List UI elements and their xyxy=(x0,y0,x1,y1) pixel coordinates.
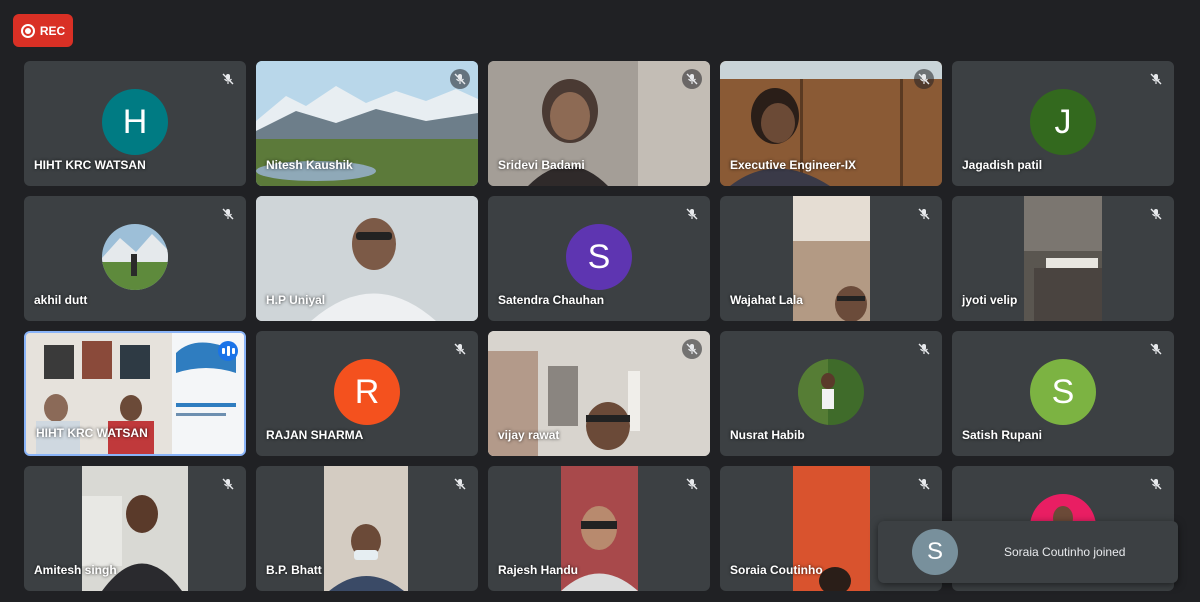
avatar xyxy=(798,359,864,425)
participant-tile[interactable]: Nitesh Kaushik xyxy=(256,61,478,186)
avatar: J xyxy=(1030,89,1096,155)
participant-tile[interactable]: R RAJAN SHARMA xyxy=(256,331,478,456)
avatar: S xyxy=(1030,359,1096,425)
participant-tile[interactable]: Amitesh singh xyxy=(24,466,246,591)
mic-muted-icon xyxy=(914,339,934,359)
mic-muted-icon xyxy=(218,204,238,224)
participant-name: akhil dutt xyxy=(34,293,88,307)
audio-level-icon xyxy=(218,341,238,361)
avatar: S xyxy=(566,224,632,290)
mic-muted-icon xyxy=(218,474,238,494)
join-notification[interactable]: S Soraia Coutinho joined xyxy=(878,521,1178,583)
mic-muted-icon xyxy=(218,69,238,89)
participant-tile[interactable]: H.P Uniyal xyxy=(256,196,478,321)
mic-muted-icon xyxy=(914,204,934,224)
participant-name: H.P Uniyal xyxy=(266,293,326,307)
toast-avatar: S xyxy=(912,529,958,575)
video-feed xyxy=(793,196,870,321)
avatar: R xyxy=(334,359,400,425)
mic-muted-icon xyxy=(914,69,934,89)
mic-muted-icon xyxy=(682,69,702,89)
participant-name: Jagadish patil xyxy=(962,158,1043,172)
participant-name: Soraia Coutinho xyxy=(730,563,823,577)
participant-tile[interactable]: Wajahat Lala xyxy=(720,196,942,321)
mic-muted-icon xyxy=(450,474,470,494)
participant-name: Rajesh Handu xyxy=(498,563,579,577)
avatar xyxy=(102,224,168,290)
rec-label: REC xyxy=(39,23,66,38)
participant-tile-active-speaker[interactable]: HIHT KRC WATSAN xyxy=(24,331,246,456)
mic-muted-icon xyxy=(682,204,702,224)
mic-muted-icon xyxy=(1146,69,1166,89)
participant-tile[interactable]: S Satendra Chauhan xyxy=(488,196,710,321)
participant-name: Nusrat Habib xyxy=(730,428,805,442)
record-icon xyxy=(20,23,35,38)
participant-name: Sridevi Badami xyxy=(498,158,585,172)
mic-muted-icon xyxy=(450,339,470,359)
participant-tile[interactable]: Rajesh Handu xyxy=(488,466,710,591)
participant-tile[interactable]: Nusrat Habib xyxy=(720,331,942,456)
participant-tile[interactable]: Sridevi Badami xyxy=(488,61,710,186)
mic-muted-icon xyxy=(914,474,934,494)
mic-muted-icon xyxy=(450,69,470,89)
participant-name: RAJAN SHARMA xyxy=(266,428,364,442)
video-feed xyxy=(324,466,408,591)
participant-name: jyoti velip xyxy=(962,293,1018,307)
mic-muted-icon xyxy=(682,339,702,359)
mic-muted-icon xyxy=(1146,204,1166,224)
participant-name: Satendra Chauhan xyxy=(498,293,605,307)
toast-message: Soraia Coutinho joined xyxy=(1004,545,1126,559)
participant-tile[interactable]: H HIHT KRC WATSAN xyxy=(24,61,246,186)
mic-muted-icon xyxy=(1146,339,1166,359)
mic-muted-icon xyxy=(1146,474,1166,494)
participant-tile[interactable]: akhil dutt xyxy=(24,196,246,321)
video-feed xyxy=(1024,196,1102,321)
mic-muted-icon xyxy=(682,474,702,494)
participant-name: vijay rawat xyxy=(498,428,560,442)
participant-name: Wajahat Lala xyxy=(730,293,803,307)
participant-tile[interactable]: S Satish Rupani xyxy=(952,331,1174,456)
participant-tile[interactable]: vijay rawat xyxy=(488,331,710,456)
participant-name: Executive Engineer-IX xyxy=(730,158,857,172)
participant-tile[interactable]: jyoti velip xyxy=(952,196,1174,321)
participant-name: Nitesh Kaushik xyxy=(266,158,353,172)
participant-name: B.P. Bhatt xyxy=(266,563,322,577)
participant-name: Amitesh singh xyxy=(34,563,117,577)
participant-tile[interactable]: B.P. Bhatt xyxy=(256,466,478,591)
recording-indicator[interactable]: REC xyxy=(13,14,73,47)
participant-tile[interactable]: J Jagadish patil xyxy=(952,61,1174,186)
participant-name: HIHT KRC WATSAN xyxy=(36,426,148,440)
avatar: H xyxy=(102,89,168,155)
participant-name: Satish Rupani xyxy=(962,428,1043,442)
participant-tile[interactable]: Executive Engineer-IX xyxy=(720,61,942,186)
participant-name: HIHT KRC WATSAN xyxy=(34,158,146,172)
